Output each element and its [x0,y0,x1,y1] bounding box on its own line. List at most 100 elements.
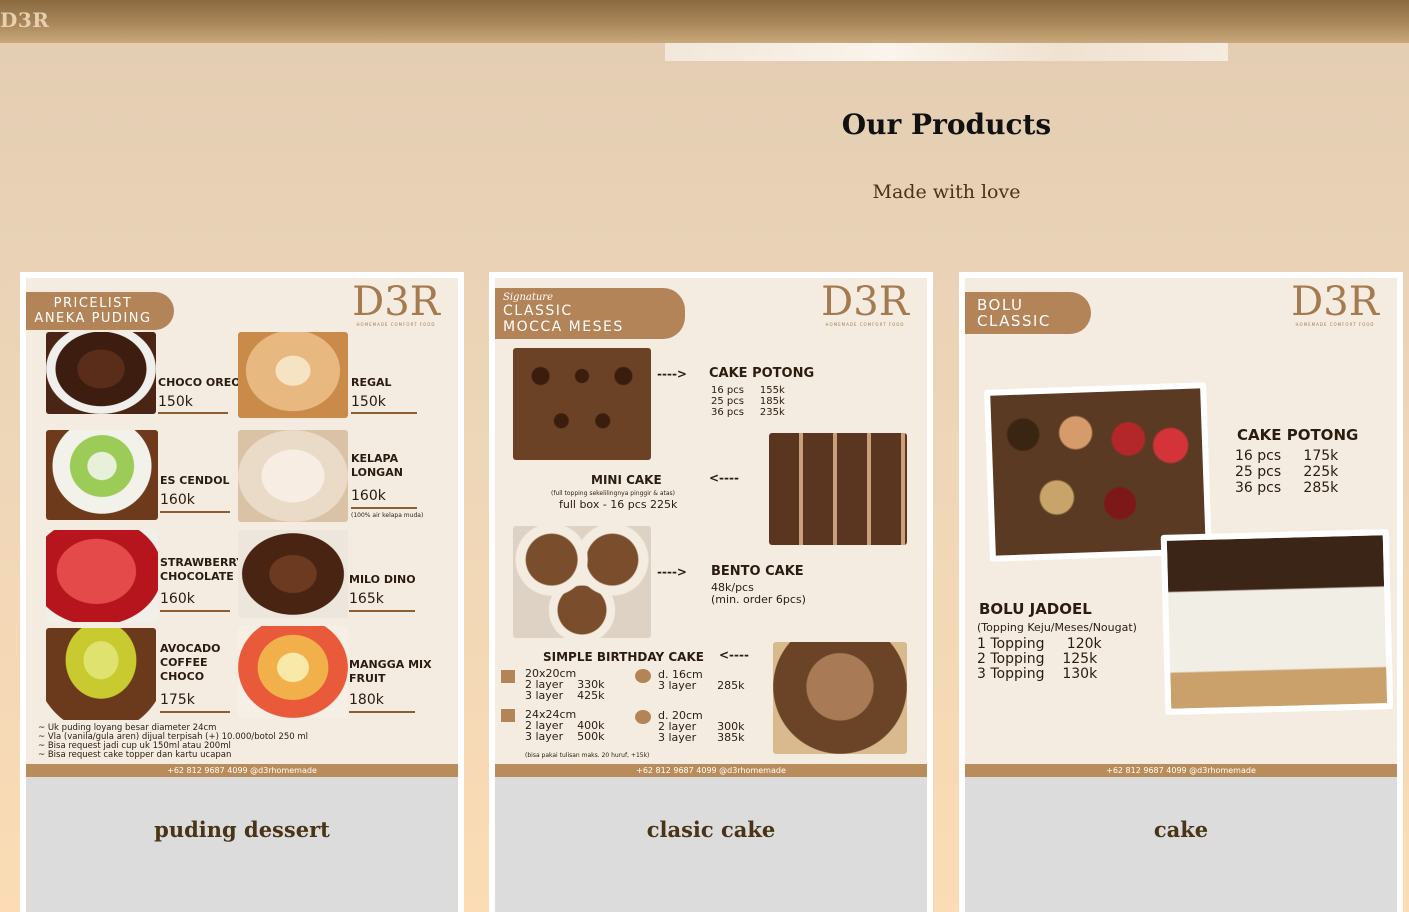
item-price: 150k [158,394,193,410]
item-name: MILO DINO [349,573,416,586]
price: 185k [759,396,785,407]
arrow-left-icon: <---- [719,648,749,662]
cake-potong-title: CAKE POTONG [709,366,815,381]
bolu-jadoel-title: BOLU JADOEL [979,600,1092,618]
product-card-puding[interactable]: PRICELIST ANEKA PUDING D3R HOMEMADE COMF… [20,272,464,912]
qty: 36 pcs [711,407,744,418]
badge-line-1: CLASSIC [503,303,573,319]
milo-dino-photo [238,530,348,618]
cake-potong-photo [513,348,651,460]
product-caption[interactable]: puding dessert [26,817,458,842]
birthday-note: (bisa pakai tulisan maks. 20 huruf, +15k… [525,752,650,759]
badge-line-1: PRICELIST [53,296,133,311]
regal-photo [238,332,348,418]
hero-image-strip [665,43,1228,61]
layer: 3 layer [658,679,697,692]
qty: 16 pcs [1235,448,1282,464]
cake-potong-prices: 16 pcs 175k 25 pcs 225k 36 pcs 285k [1235,448,1338,496]
cake-potong-prices: 16 pcs 155k 25 pcs 185k 36 pcs 235k [711,385,785,418]
item-name: AVOCADO COFFEE CHOCO [160,642,221,683]
product-caption-area: puding dessert [26,777,458,912]
product-image-bolu-classic[interactable]: BOLU CLASSIC D3R HOMEMADE COMFORT FOOD C… [965,278,1397,777]
bolu-classic-badge: BOLU CLASSIC [965,292,1091,334]
bolu-jadoel-subtitle: (Topping Keju/Meses/Nougat) [977,621,1137,634]
kelapa-longan-photo [238,430,348,522]
product-card-clasic-cake[interactable]: Signature CLASSIC MOCCA MESES D3R HOMEMA… [489,272,933,912]
layer: 3 layer [658,731,697,744]
item-name: CHOCO OREO [158,376,241,389]
price: 425k [577,689,605,702]
topping: 2 Topping [977,651,1045,667]
d3r-logo: D3R HOMEMADE COMFORT FOOD [344,282,448,328]
round-size-icon [635,669,651,683]
product-image-puding-pricelist[interactable]: PRICELIST ANEKA PUDING D3R HOMEMADE COMF… [26,278,458,777]
mangga-mix-fruit-photo [238,626,348,718]
price: 285k [1303,480,1339,496]
flyer-contact-footer: +62 812 9687 4099 @d3rhomemade [26,764,458,777]
item-price: 160k [351,488,386,504]
price-underline [351,507,417,509]
square-size-icon [501,709,515,722]
price-underline [158,412,228,414]
item-price: 165k [349,591,384,607]
mini-cake-line: full box - 16 pcs 225k [559,498,678,511]
size-d16: d. 16cm 3 layer 285k [658,669,744,691]
badge-line-1: BOLU [977,296,1024,314]
product-caption[interactable]: cake [965,817,1397,842]
product-image-classic-mocca-meses[interactable]: Signature CLASSIC MOCCA MESES D3R HOMEMA… [495,278,927,777]
price: 175k [1303,448,1339,464]
products-section-subtitle: Made with love [872,181,1021,203]
size-20x20: 20x20cm 2 layer 330k 3 layer 425k [525,668,604,701]
top-navbar: D3R [0,0,1409,43]
mini-cake-title: MINI CAKE [591,473,662,487]
size-24x24: 24x24cm 2 layer 400k 3 layer 500k [525,709,604,742]
qty: 36 pcs [1235,480,1282,496]
arrow-left-icon: <---- [709,471,739,485]
price-underline [160,610,230,612]
brand-logo-text[interactable]: D3R [0,8,49,32]
logo-mark: D3R [1291,279,1379,325]
item-name: KELAPA LONGAN [351,452,403,479]
strawberry-chocolate-photo [46,530,158,622]
logo-tagline: HOMEMADE COMFORT FOOD [1295,322,1375,327]
qty: 25 pcs [1235,464,1282,480]
avocado-coffee-choco-photo [46,628,156,720]
price: 130k [1062,666,1098,682]
birthday-cake-title: SIMPLE BIRTHDAY CAKE [543,650,704,664]
item-price: 160k [160,591,195,607]
price: 225k [1303,464,1339,480]
product-caption[interactable]: clasic cake [495,817,927,842]
classic-badge: Signature CLASSIC MOCCA MESES [495,288,685,339]
price-underline [349,711,415,713]
item-price: 180k [349,692,384,708]
d3r-logo: D3R HOMEMADE COMFORT FOOD [813,282,917,328]
square-size-icon [501,670,515,683]
price: 500k [577,730,605,743]
item-note: (100% air kelapa muda) [351,512,424,519]
bento-cake-title: BENTO CAKE [711,564,804,579]
price-underline [160,511,230,513]
bento-cake-lines: 48k/pcs (min. order 6pcs) [711,582,806,606]
mini-cake-photo [769,433,907,545]
note-line: ~ Bisa request cake topper dan kartu uca… [38,750,232,760]
birthday-cake-photo [773,642,907,754]
item-price: 160k [160,492,195,508]
round-size-icon [635,710,651,724]
pricelist-notes: ~ Uk puding loyang besar diameter 24cm ~… [38,724,308,760]
logo-mark: D3R [821,279,909,325]
arrow-right-icon: ----> [657,367,687,381]
badge-line-2: MOCCA MESES [503,319,624,335]
item-price: 150k [351,394,386,410]
price-underline [351,412,417,414]
price: 120k [1066,636,1102,652]
product-card-cake[interactable]: BOLU CLASSIC D3R HOMEMADE COMFORT FOOD C… [959,272,1403,912]
pricelist-badge: PRICELIST ANEKA PUDING [26,292,174,330]
topping: 3 Topping [977,666,1045,682]
es-cendol-photo [46,430,158,520]
logo-tagline: HOMEMADE COMFORT FOOD [825,322,905,327]
bolu-jadoel-photo [1160,529,1394,715]
price: 155k [759,385,785,396]
item-name: REGAL [351,376,392,389]
bento-min-order: (min. order 6pcs) [711,593,806,606]
product-caption-area: cake [965,777,1397,912]
